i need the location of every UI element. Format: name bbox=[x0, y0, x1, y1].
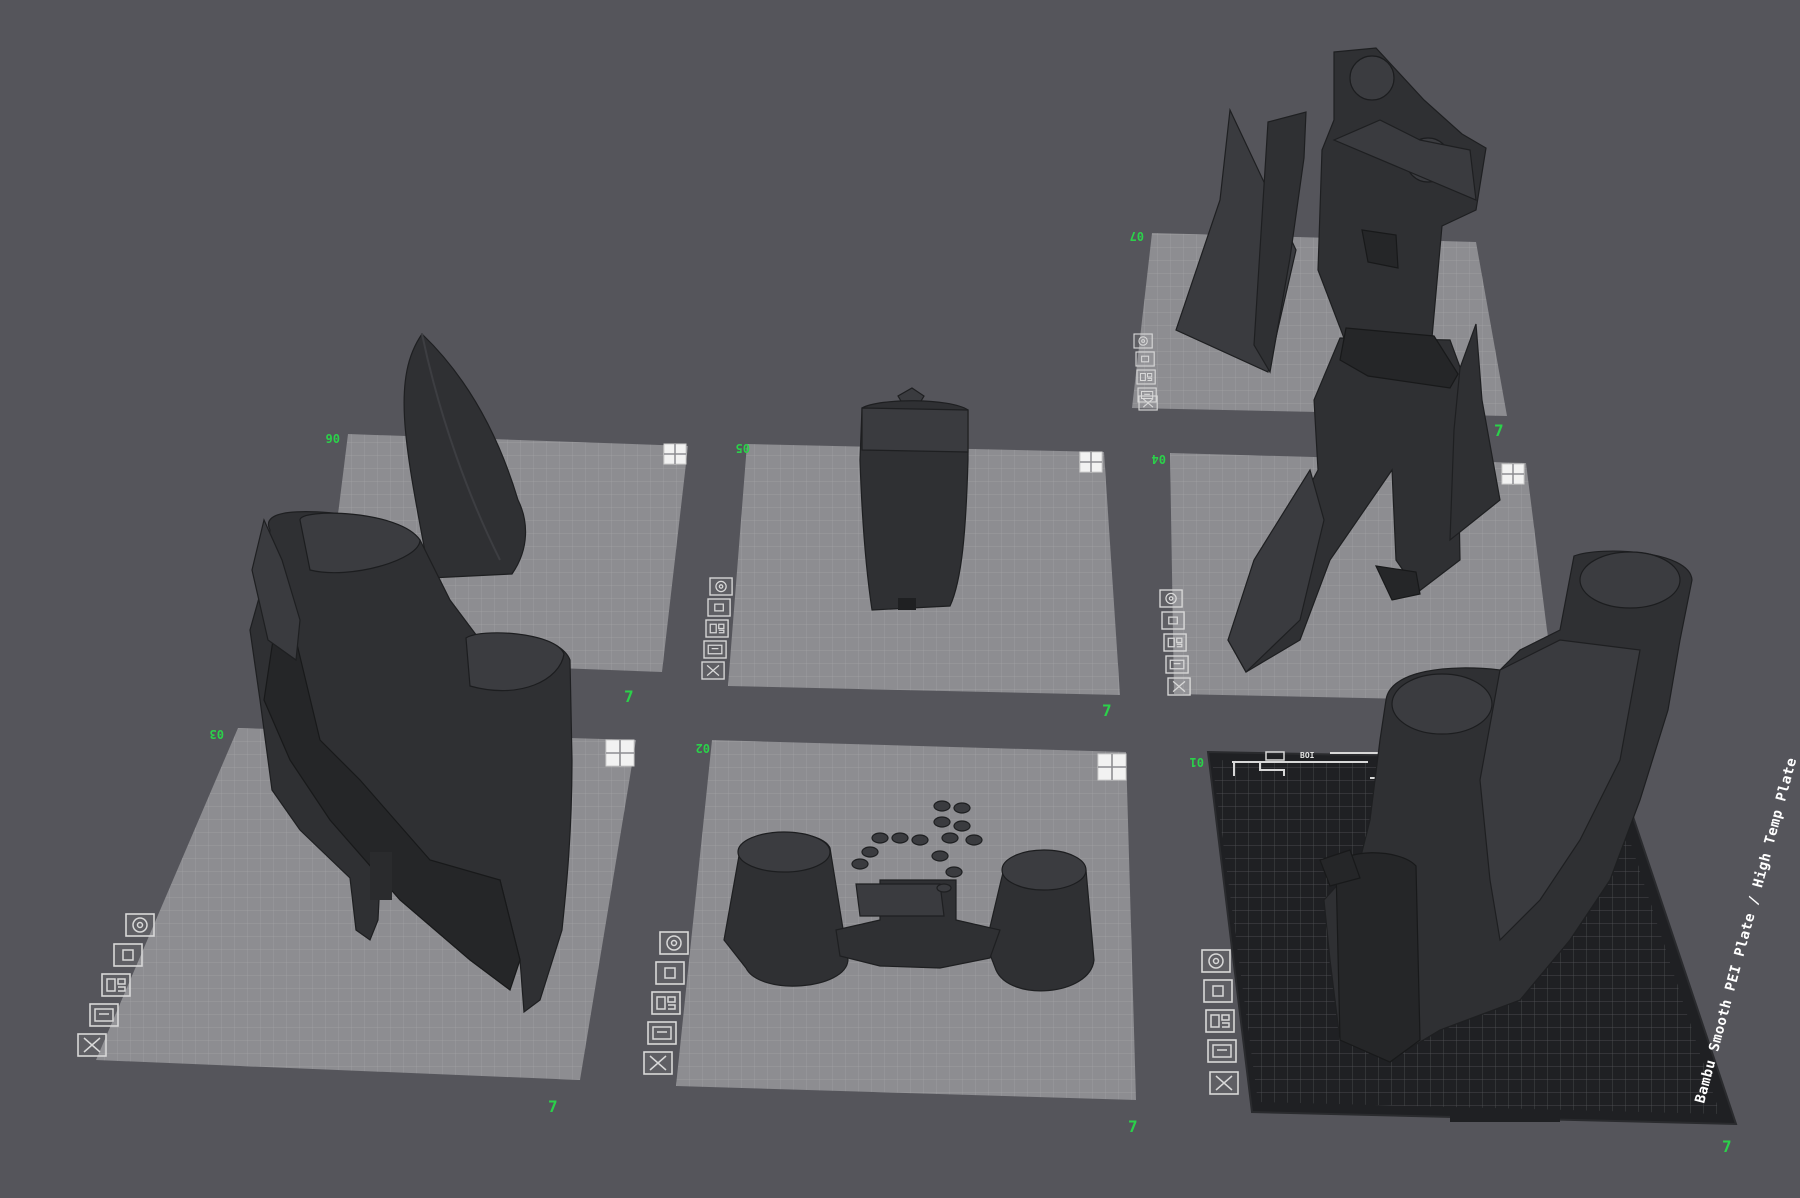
auto-orient-button[interactable] bbox=[1201, 949, 1231, 973]
plate-type-label: Bambu Smooth PEI Plate / High Temp Plate bbox=[1692, 756, 1800, 1105]
plate-layout-icon[interactable] bbox=[1097, 753, 1127, 781]
lock-plate-button[interactable] bbox=[1161, 611, 1185, 630]
plate-number: 07 bbox=[1130, 229, 1144, 243]
plate-corner-mark: 7 bbox=[1128, 1117, 1138, 1136]
plate-number: 03 bbox=[210, 727, 224, 741]
delete-plate-button[interactable] bbox=[1209, 1071, 1239, 1095]
plate-layout-icon[interactable] bbox=[605, 739, 635, 767]
lock-plate-button[interactable] bbox=[113, 943, 143, 967]
plate-layout-icon[interactable] bbox=[663, 443, 687, 465]
delete-plate-button[interactable] bbox=[643, 1051, 673, 1075]
arrange-button[interactable] bbox=[1136, 369, 1156, 385]
plate-layout-icon[interactable] bbox=[1501, 463, 1525, 485]
plate-corner-mark: 7 bbox=[1494, 421, 1504, 440]
arrange-button[interactable] bbox=[1163, 633, 1187, 652]
plate-number: 01 bbox=[1190, 755, 1204, 769]
auto-orient-button[interactable] bbox=[709, 577, 733, 596]
model-cup-left[interactable] bbox=[723, 831, 849, 987]
auto-orient-button[interactable] bbox=[659, 931, 689, 955]
delete-plate-button[interactable] bbox=[1138, 395, 1158, 411]
plate-settings-button[interactable] bbox=[89, 1003, 119, 1027]
arrange-button[interactable] bbox=[101, 973, 131, 997]
plate-corner-mark: 7 bbox=[548, 1097, 558, 1116]
plate-corner-mark: 7 bbox=[1722, 1137, 1732, 1156]
3d-viewport[interactable]: 07 7 06 7 05 7 04 03 7 02 7 01 BOI Bambu… bbox=[0, 0, 1800, 1194]
model-block[interactable] bbox=[859, 387, 969, 611]
plate-corner-mark: 7 bbox=[624, 687, 634, 706]
auto-orient-button[interactable] bbox=[125, 913, 155, 937]
auto-orient-button[interactable] bbox=[1159, 589, 1183, 608]
plate-layout-icon[interactable] bbox=[1079, 451, 1103, 473]
lock-plate-button[interactable] bbox=[1203, 979, 1233, 1003]
plate-settings-button[interactable] bbox=[703, 640, 727, 659]
delete-plate-button[interactable] bbox=[77, 1033, 107, 1057]
plate-number: 06 bbox=[326, 431, 340, 445]
arrange-button[interactable] bbox=[705, 619, 729, 638]
delete-plate-button[interactable] bbox=[1167, 677, 1191, 696]
model-cup-right[interactable] bbox=[985, 849, 1095, 992]
plate-settings-button[interactable] bbox=[1207, 1039, 1237, 1063]
arrange-button[interactable] bbox=[1205, 1009, 1235, 1033]
auto-orient-button[interactable] bbox=[1133, 333, 1153, 349]
lock-plate-button[interactable] bbox=[655, 961, 685, 985]
delete-plate-button[interactable] bbox=[701, 661, 725, 680]
arrange-button[interactable] bbox=[651, 991, 681, 1015]
lock-plate-button[interactable] bbox=[707, 598, 731, 617]
plate-number: 02 bbox=[696, 741, 710, 755]
plate-toolbar bbox=[701, 577, 733, 680]
plate-settings-button[interactable] bbox=[1165, 655, 1189, 674]
plate-number: 05 bbox=[736, 441, 750, 455]
plate-settings-button[interactable] bbox=[647, 1021, 677, 1045]
plate-header-text: BOI bbox=[1300, 751, 1315, 760]
lock-plate-button[interactable] bbox=[1135, 351, 1155, 367]
plate-toolbar bbox=[1201, 949, 1239, 1095]
plate-corner-mark: 7 bbox=[1102, 701, 1112, 720]
plate-number: 04 bbox=[1152, 452, 1166, 466]
